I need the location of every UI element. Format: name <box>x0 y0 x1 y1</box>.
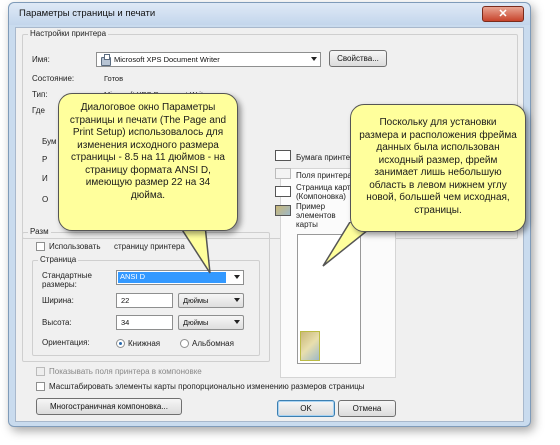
margins-swatch <box>275 168 291 179</box>
multipage-layout-button[interactable]: Многостраничная компоновка... <box>36 398 182 415</box>
width-value: 22 <box>121 296 130 305</box>
left-callout: Диалоговое окно Параметры страницы и печ… <box>58 93 238 231</box>
properties-button[interactable]: Свойства... <box>329 50 387 67</box>
legend-map-page: Страница карты (Компоновка) <box>296 183 357 201</box>
standard-sizes-label: Стандартные размеры: <box>42 271 92 289</box>
partial-label-paper: Бум <box>42 137 57 146</box>
landscape-radio[interactable] <box>180 339 189 348</box>
printer-name-value: Microsoft XPS Document Writer <box>114 55 220 64</box>
type-label: Тип: <box>32 90 48 99</box>
close-icon: ✕ <box>498 8 508 20</box>
status-label: Состояние: <box>32 74 75 83</box>
use-printer-page-checkbox[interactable] <box>36 242 45 251</box>
height-value: 34 <box>121 318 130 327</box>
legend-printer-margins: Поля принтера <box>296 171 352 180</box>
map-page-swatch <box>275 186 291 197</box>
printer-name-label: Имя: <box>32 55 50 64</box>
height-unit-value: Дюймы <box>183 318 209 327</box>
where-label: Где <box>32 106 45 115</box>
map-page-size-title: Разм <box>28 227 51 236</box>
ok-button[interactable]: OK <box>277 400 335 417</box>
cancel-button[interactable]: Отмена <box>338 400 396 417</box>
portrait-label: Книжная <box>128 339 161 348</box>
left-callout-tail <box>178 225 211 274</box>
use-printer-page-label: Использовать <box>49 242 101 251</box>
chevron-down-icon <box>234 275 240 279</box>
portrait-radio[interactable] <box>116 339 125 348</box>
chevron-down-icon <box>234 320 240 324</box>
width-input[interactable]: 22 <box>116 293 173 308</box>
right-callout: Поскольку для установки размера и распол… <box>350 104 526 232</box>
printer-icon <box>101 54 111 66</box>
show-margins-checkbox[interactable] <box>36 367 45 376</box>
status-value: Готов <box>104 74 124 83</box>
scale-elements-checkbox[interactable] <box>36 382 45 391</box>
page-subgroup-title: Страница <box>38 255 79 264</box>
width-unit-value: Дюймы <box>183 296 209 305</box>
window-title: Параметры страницы и печати <box>19 8 156 19</box>
width-unit-select[interactable]: Дюймы <box>178 293 244 308</box>
height-label: Высота: <box>42 318 72 327</box>
width-label: Ширина: <box>42 296 74 305</box>
height-unit-select[interactable]: Дюймы <box>178 315 244 330</box>
show-margins-label: Показывать поля принтера в компоновке <box>49 367 202 376</box>
paper-swatch <box>275 150 291 161</box>
partial-label-size: Р <box>42 155 48 164</box>
landscape-label: Альбомная <box>192 339 234 348</box>
height-input[interactable]: 34 <box>116 315 173 330</box>
chevron-down-icon <box>234 298 240 302</box>
orientation-label: Ориентация: <box>42 338 90 347</box>
chevron-down-icon <box>311 57 317 61</box>
printer-settings-title: Настройки принтера <box>28 29 109 38</box>
partial-label-source: И <box>42 174 48 183</box>
printer-name-select[interactable]: Microsoft XPS Document Writer <box>96 52 321 67</box>
title-bar[interactable]: Параметры страницы и печати ✕ <box>9 3 530 25</box>
partial-label-orientation: О <box>42 195 49 204</box>
scale-elements-label: Масштабировать элементы карты пропорцион… <box>49 382 365 391</box>
close-button[interactable]: ✕ <box>482 6 524 22</box>
map-element-swatch <box>275 205 291 216</box>
preview-map-frame <box>300 331 320 361</box>
